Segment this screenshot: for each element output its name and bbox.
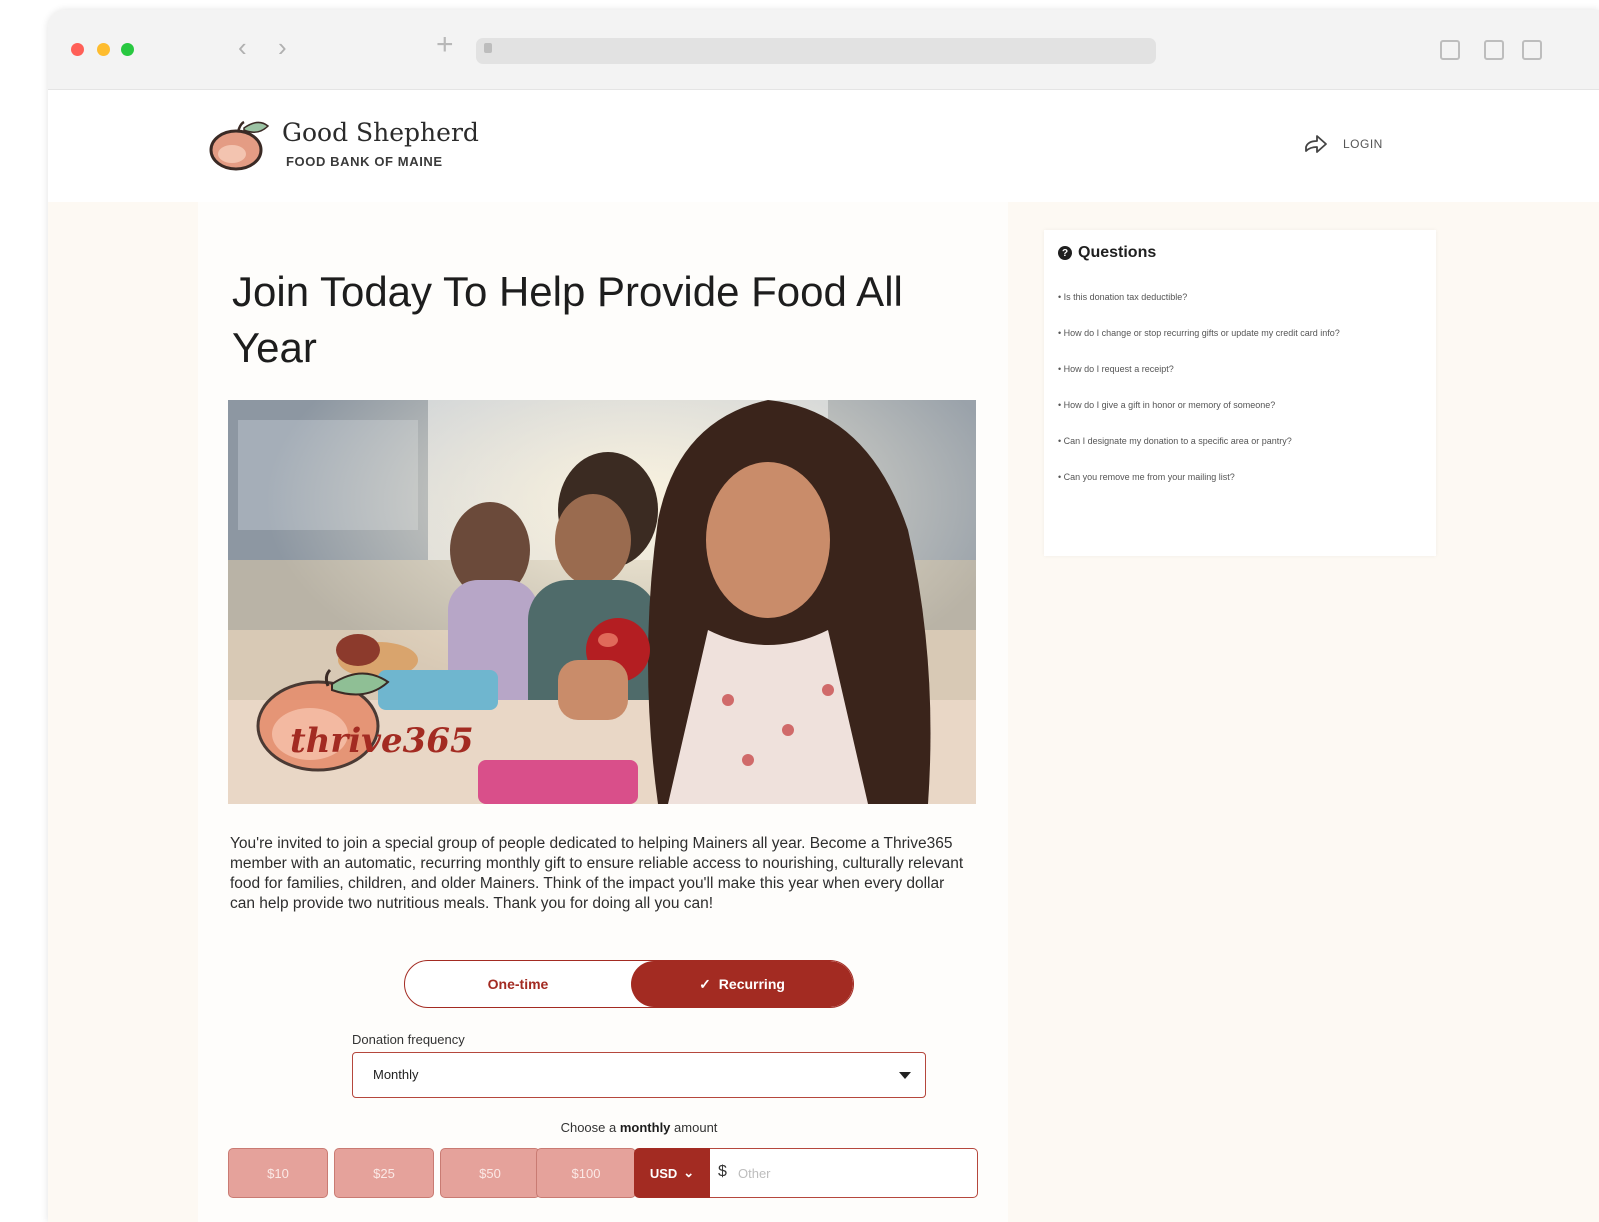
- sidebar-icon[interactable]: [1440, 40, 1460, 60]
- amount-button-50[interactable]: $50: [440, 1148, 540, 1198]
- gift-type-toggle[interactable]: One-time ✓ Recurring: [404, 960, 854, 1008]
- close-window-button[interactable]: [71, 43, 84, 56]
- frequency-label: Donation frequency: [352, 1032, 465, 1047]
- site-header: Good Shepherd FOOD BANK OF MAINE LOGIN: [48, 90, 1599, 202]
- caret-down-icon: [899, 1072, 911, 1079]
- tabs-overview-icon[interactable]: [1522, 40, 1542, 60]
- frequency-select[interactable]: Monthly: [352, 1052, 926, 1098]
- back-icon[interactable]: ‹: [238, 34, 247, 60]
- share-arrow-icon: [1305, 135, 1327, 153]
- faq-item[interactable]: • How do I request a receipt?: [1058, 362, 1418, 376]
- donation-form-card: Join Today To Help Provide Food All Year: [198, 202, 1008, 1222]
- dollar-sign: $: [718, 1163, 727, 1180]
- amount-hint-bold: monthly: [619, 1120, 671, 1135]
- other-amount-field: $: [710, 1148, 978, 1198]
- amount-hint: Choose a monthly amount: [352, 1120, 926, 1135]
- amount-hint-prefix: Choose a: [560, 1120, 617, 1135]
- questions-panel: ? Questions • Is this donation tax deduc…: [1044, 230, 1436, 556]
- other-amount-input[interactable]: [738, 1161, 958, 1185]
- faq-item[interactable]: • How do I give a gift in honor or memor…: [1058, 398, 1418, 412]
- recurring-option[interactable]: ✓ Recurring: [631, 961, 853, 1007]
- site-logo[interactable]: Good Shepherd FOOD BANK OF MAINE: [208, 116, 479, 176]
- currency-select[interactable]: USD ⌄: [634, 1148, 710, 1198]
- share-icon[interactable]: [1484, 40, 1504, 60]
- amount-button-25[interactable]: $25: [334, 1148, 434, 1198]
- amount-button-10[interactable]: $10: [228, 1148, 328, 1198]
- page: Good Shepherd FOOD BANK OF MAINE LOGIN J…: [48, 90, 1599, 1222]
- browser-toolbar: ‹ › +: [48, 10, 1599, 90]
- intro-paragraph: You're invited to join a special group o…: [230, 835, 964, 912]
- check-icon: ✓: [699, 975, 711, 992]
- children-eating-photo: thrive365: [228, 400, 976, 804]
- lock-icon: [484, 43, 492, 53]
- address-bar[interactable]: [476, 38, 1156, 64]
- amount-button-100[interactable]: $100: [536, 1148, 636, 1198]
- faq-item[interactable]: • Can I designate my donation to a speci…: [1058, 434, 1418, 448]
- currency-value: USD: [649, 1165, 678, 1181]
- new-tab-icon[interactable]: +: [436, 30, 454, 60]
- thrive365-wordmark: thrive365: [290, 721, 474, 761]
- page-title: Join Today To Help Provide Food All Year: [232, 268, 903, 371]
- faq-list: • Is this donation tax deductible? • How…: [1058, 290, 1418, 506]
- faq-item[interactable]: • Can you remove me from your mailing li…: [1058, 470, 1418, 484]
- login-link[interactable]: LOGIN: [1303, 132, 1383, 156]
- apple-logo-icon: [209, 120, 270, 171]
- chevron-down-icon: ⌄: [683, 1165, 695, 1180]
- logo-title: Good Shepherd: [282, 118, 479, 147]
- browser-window: ‹ › + Good Shepherd FOOD BANK OF MAINE L…: [48, 10, 1599, 1222]
- amount-options: $10 $25 $50 $100 USD ⌄ $: [228, 1148, 978, 1198]
- forward-icon[interactable]: ›: [278, 34, 287, 60]
- faq-item[interactable]: • Is this donation tax deductible?: [1058, 290, 1418, 304]
- faq-item[interactable]: • How do I change or stop recurring gift…: [1058, 326, 1418, 340]
- maximize-window-button[interactable]: [121, 43, 134, 56]
- logo-subtitle: FOOD BANK OF MAINE: [286, 154, 443, 169]
- one-time-option[interactable]: One-time: [405, 961, 631, 1007]
- questions-title: Questions: [1078, 244, 1157, 261]
- minimize-window-button[interactable]: [97, 43, 110, 56]
- login-label: LOGIN: [1343, 137, 1383, 151]
- recurring-label: Recurring: [718, 976, 785, 992]
- questions-heading: ? Questions: [1058, 244, 1156, 262]
- question-circle-icon: ?: [1058, 246, 1072, 260]
- frequency-value: Monthly: [373, 1067, 419, 1082]
- amount-hint-suffix: amount: [674, 1120, 718, 1135]
- hero-image: thrive365: [228, 400, 976, 804]
